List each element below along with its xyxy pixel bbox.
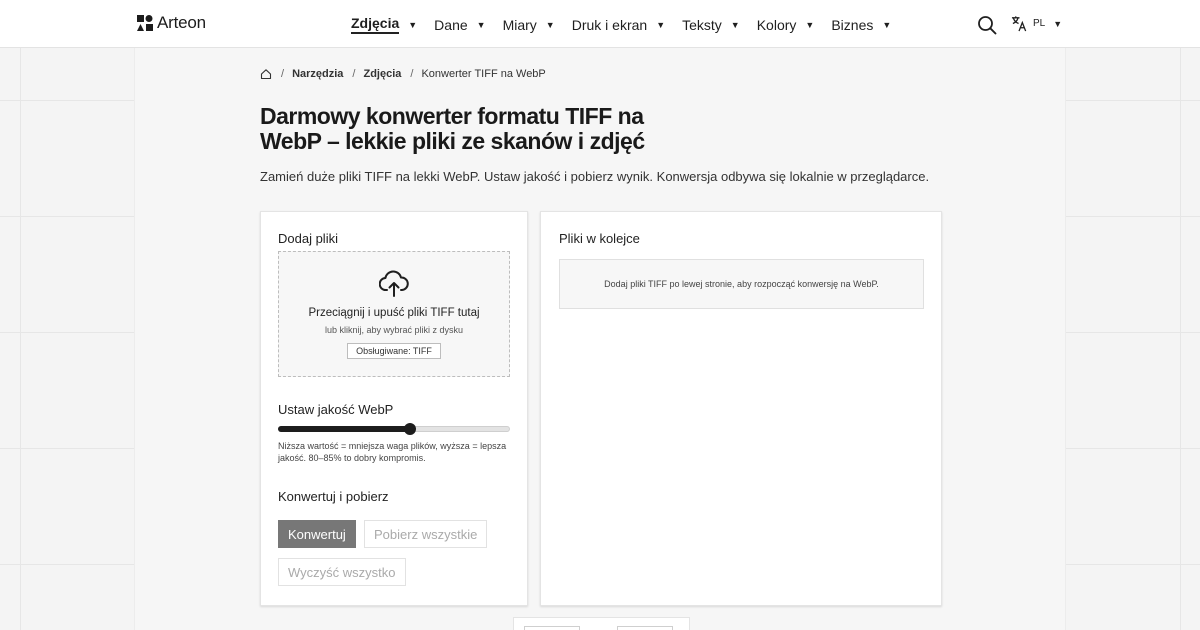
file-dropzone[interactable]: Przeciągnij i upuść pliki TIFF tutaj lub… — [278, 251, 510, 377]
caret-down-icon: ▼ — [805, 19, 815, 30]
caret-down-icon: ▼ — [1053, 18, 1063, 29]
nav-item-zdjecia[interactable]: Zdjęcia ▼ — [351, 15, 417, 34]
convert-button[interactable]: Konwertuj — [278, 520, 356, 548]
nav-item-biznes[interactable]: Biznes ▼ — [831, 15, 891, 34]
queue-heading: Pliki w kolejce — [559, 231, 640, 246]
nav-item-label: Teksty — [682, 16, 722, 33]
actions-heading: Konwertuj i pobierz — [278, 489, 389, 504]
caret-down-icon: ▼ — [656, 19, 666, 30]
upload-heading: Dodaj pliki — [278, 231, 338, 246]
breadcrumb-separator: / — [352, 68, 356, 80]
caret-down-icon: ▼ — [730, 19, 740, 30]
dropzone-main-text: Przeciągnij i upuść pliki TIFF tutaj — [308, 307, 480, 319]
supported-formats-badge: Obsługiwane: TIFF — [347, 343, 441, 359]
quality-slider[interactable] — [278, 423, 510, 435]
home-icon[interactable] — [260, 68, 272, 80]
breadcrumb-current: Konwerter TIFF na WebP — [421, 68, 546, 80]
page-title: Darmowy konwerter formatu TIFF na WebP –… — [260, 103, 645, 154]
nav-item-miary[interactable]: Miary ▼ — [503, 15, 555, 34]
nav-item-label: Biznes — [831, 16, 874, 33]
clear-all-button[interactable]: Wyczyść wszystko — [278, 558, 406, 586]
slider-fill — [278, 426, 411, 432]
top-navigation-bar: Arteon Zdjęcia ▼ Dane ▼ Miary ▼ Druk i e… — [0, 0, 1200, 48]
main-nav: Zdjęcia ▼ Dane ▼ Miary ▼ Druk i ekran ▼ … — [351, 15, 908, 34]
nav-item-label: Dane — [434, 16, 468, 33]
nav-item-kolory[interactable]: Kolory ▼ — [757, 15, 815, 34]
logo-icon — [137, 15, 153, 31]
logo[interactable]: Arteon — [137, 13, 206, 33]
breadcrumb-separator: / — [410, 68, 414, 80]
nav-item-label: Zdjęcia — [351, 15, 400, 34]
language-code: PL — [1033, 18, 1046, 29]
translate-icon — [1011, 16, 1027, 32]
page-intro: Zamień duże pliki TIFF na lekki WebP. Us… — [260, 169, 930, 184]
nav-item-dane[interactable]: Dane ▼ — [434, 15, 485, 34]
nav-item-teksty[interactable]: Teksty ▼ — [682, 15, 740, 34]
breadcrumb-zdjecia[interactable]: Zdjęcia — [363, 68, 401, 80]
brand-name: Arteon — [157, 13, 206, 32]
bottom-button[interactable] — [617, 626, 673, 630]
quality-hint: Niższa wartość = mniejsza waga plików, w… — [278, 441, 507, 463]
cloud-upload-icon — [379, 270, 409, 297]
bottom-button[interactable] — [524, 626, 580, 630]
caret-down-icon: ▼ — [545, 19, 555, 30]
queue-panel: Pliki w kolejce Dodaj pliki TIFF po lewe… — [540, 211, 942, 606]
nav-item-label: Miary — [502, 16, 537, 33]
main-content: / Narzędzia / Zdjęcia / Konwerter TIFF n… — [134, 48, 1066, 630]
caret-down-icon: ▼ — [408, 19, 418, 30]
dropzone-sub-text: lub kliknij, aby wybrać pliki z dysku — [324, 325, 464, 335]
upload-panel: Dodaj pliki Przeciągnij i upuść pliki TI… — [260, 211, 528, 606]
search-icon[interactable] — [977, 15, 997, 35]
queue-empty-state: Dodaj pliki TIFF po lewej stronie, aby r… — [559, 259, 924, 309]
download-all-button[interactable]: Pobierz wszystkie — [364, 520, 488, 548]
nav-item-label: Kolory — [756, 16, 797, 33]
nav-item-druk-i-ekran[interactable]: Druk i ekran ▼ — [572, 15, 665, 34]
language-selector[interactable]: PL ▼ — [1011, 15, 1062, 32]
breadcrumb-narzedzia[interactable]: Narzędzia — [292, 68, 343, 80]
bottom-section — [513, 617, 690, 630]
breadcrumb: / Narzędzia / Zdjęcia / Konwerter TIFF n… — [260, 68, 546, 80]
quality-heading: Ustaw jakość WebP — [278, 402, 394, 417]
breadcrumb-separator: / — [281, 68, 285, 80]
nav-item-label: Druk i ekran — [571, 16, 648, 33]
caret-down-icon: ▼ — [476, 19, 486, 30]
caret-down-icon: ▼ — [882, 19, 892, 30]
slider-thumb[interactable] — [404, 423, 417, 435]
